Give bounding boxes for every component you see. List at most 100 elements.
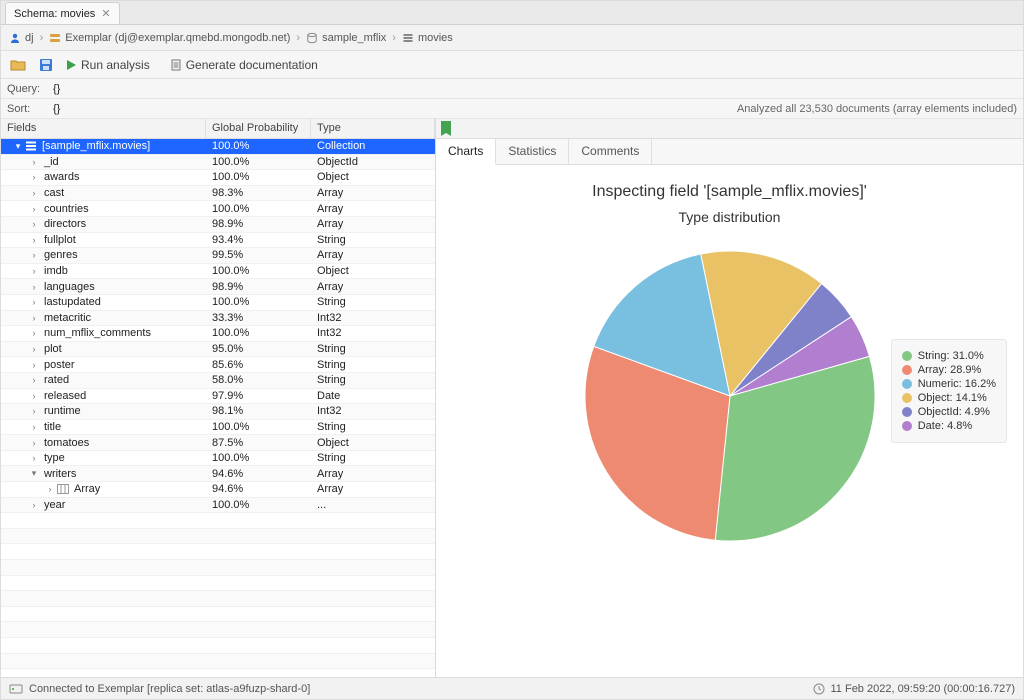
chevron-down-icon[interactable]: ▾ [13, 141, 23, 152]
clock-icon [813, 683, 825, 695]
chevron-right-icon[interactable]: › [45, 484, 55, 494]
main-split: Fields Global Probability Type ▾[sample_… [1, 119, 1023, 677]
chevron-right-icon[interactable]: › [29, 344, 39, 354]
field-row[interactable]: ›imdb100.0%Object [1, 264, 435, 280]
field-probability: 98.9% [206, 218, 311, 230]
chart-legend: String: 31.0% Array: 28.9% Numeric: 16.2% O… [891, 339, 1007, 443]
field-row[interactable]: ›runtime98.1%Int32 [1, 404, 435, 420]
chevron-right-icon[interactable]: › [29, 282, 39, 292]
legend-item-array[interactable]: Array: 28.9% [902, 364, 996, 376]
fields-body[interactable]: ▾[sample_mflix.movies]100.0%Collection›_… [1, 139, 435, 677]
bookmark-icon[interactable] [440, 121, 452, 137]
field-name-label: languages [44, 281, 95, 293]
chevron-right-icon[interactable]: › [29, 438, 39, 448]
chevron-right-icon[interactable]: › [29, 235, 39, 245]
chevron-down-icon[interactable]: ▾ [29, 468, 39, 479]
field-probability: 97.9% [206, 390, 311, 402]
field-row[interactable]: ›awards100.0%Object [1, 170, 435, 186]
chevron-right-icon[interactable]: › [29, 219, 39, 229]
field-probability: 100.0% [206, 421, 311, 433]
chevron-right-icon[interactable]: › [29, 157, 39, 167]
col-probability[interactable]: Global Probability [206, 119, 311, 138]
tab-comments[interactable]: Comments [569, 139, 652, 164]
close-icon[interactable]: ✕ [101, 7, 110, 20]
tab-statistics[interactable]: Statistics [496, 139, 569, 164]
chevron-right-icon[interactable]: › [29, 250, 39, 260]
field-name-cell: ›released [1, 390, 206, 402]
legend-item-objectid[interactable]: ObjectId: 4.9% [902, 406, 996, 418]
chevron-right-icon[interactable]: › [29, 172, 39, 182]
field-row[interactable]: ›poster85.6%String [1, 357, 435, 373]
legend-item-object[interactable]: Object: 14.1% [902, 392, 996, 404]
chevron-right-icon[interactable]: › [29, 375, 39, 385]
field-row[interactable]: ›type100.0%String [1, 451, 435, 467]
field-row[interactable]: ›languages98.9%Array [1, 279, 435, 295]
field-name-label: awards [44, 171, 79, 183]
tab-schema-movies[interactable]: Schema: movies ✕ [5, 2, 120, 24]
breadcrumb-collection[interactable]: movies [402, 32, 453, 44]
chevron-right-icon[interactable]: › [29, 422, 39, 432]
col-fields[interactable]: Fields [1, 119, 206, 138]
legend-item-numeric[interactable]: Numeric: 16.2% [902, 378, 996, 390]
chevron-right-icon[interactable]: › [29, 204, 39, 214]
tab-charts[interactable]: Charts [436, 139, 496, 165]
generate-docs-button[interactable]: Generate documentation [170, 58, 318, 72]
empty-row [1, 607, 435, 623]
app-window: Schema: movies ✕ dj › Exemplar (dj@exemp… [0, 0, 1024, 700]
query-value[interactable]: {} [53, 83, 1017, 95]
query-row: Query: {} [1, 79, 1023, 99]
field-row-selected[interactable]: ▾[sample_mflix.movies]100.0%Collection [1, 139, 435, 155]
field-row[interactable]: ›fullplot93.4%String [1, 233, 435, 249]
chevron-right-icon[interactable]: › [29, 391, 39, 401]
field-row[interactable]: ›lastupdated100.0%String [1, 295, 435, 311]
chevron-right-icon[interactable]: › [29, 406, 39, 416]
field-name-cell: ›genres [1, 249, 206, 261]
field-row[interactable]: ›tomatoes87.5%Object [1, 435, 435, 451]
breadcrumb-database[interactable]: sample_mflix [306, 32, 386, 44]
legend-label: Array: 28.9% [918, 364, 982, 376]
chevron-right-icon[interactable]: › [29, 297, 39, 307]
chevron-right-icon[interactable]: › [29, 313, 39, 323]
field-probability: 100.0% [206, 296, 311, 308]
inspector-panel: Charts Statistics Comments Inspecting fi… [436, 119, 1023, 677]
field-row[interactable]: ›_id100.0%ObjectId [1, 155, 435, 171]
breadcrumb-connection[interactable]: Exemplar (dj@exemplar.qmebd.mongodb.net) [49, 32, 290, 44]
sort-value[interactable]: {} [53, 103, 729, 115]
field-name-label: year [44, 499, 65, 511]
document-icon [170, 59, 182, 71]
field-row[interactable]: ▾writers94.6%Array [1, 466, 435, 482]
field-row[interactable]: ›directors98.9%Array [1, 217, 435, 233]
field-row[interactable]: ›cast98.3%Array [1, 186, 435, 202]
field-row[interactable]: ›Array94.6%Array [1, 482, 435, 498]
field-row[interactable]: ›released97.9%Date [1, 389, 435, 405]
chevron-right-icon[interactable]: › [29, 188, 39, 198]
chevron-right-icon[interactable]: › [29, 360, 39, 370]
field-row[interactable]: ›num_mflix_comments100.0%Int32 [1, 326, 435, 342]
chevron-right-icon[interactable]: › [29, 266, 39, 276]
breadcrumb-user[interactable]: dj [9, 32, 34, 44]
save-button[interactable] [37, 56, 55, 74]
field-type: String [311, 374, 435, 386]
chevron-right-icon[interactable]: › [29, 500, 39, 510]
chevron-right-icon[interactable]: › [29, 328, 39, 338]
field-type: Int32 [311, 405, 435, 417]
chevron-right-icon[interactable]: › [29, 453, 39, 463]
col-type[interactable]: Type [311, 119, 435, 138]
open-folder-button[interactable] [9, 56, 27, 74]
field-row[interactable]: ›title100.0%String [1, 420, 435, 436]
field-row[interactable]: ›year100.0%... [1, 498, 435, 514]
field-row[interactable]: ›metacritic33.3%Int32 [1, 311, 435, 327]
empty-row [1, 638, 435, 654]
field-row[interactable]: ›genres99.5%Array [1, 248, 435, 264]
field-probability: 94.6% [206, 483, 311, 495]
run-analysis-button[interactable]: Run analysis [65, 58, 150, 72]
field-row[interactable]: ›plot95.0%String [1, 342, 435, 358]
field-row[interactable]: ›rated58.0%String [1, 373, 435, 389]
legend-item-string[interactable]: String: 31.0% [902, 350, 996, 362]
field-row[interactable]: ›countries100.0%Array [1, 201, 435, 217]
legend-label: ObjectId: 4.9% [918, 406, 990, 418]
field-name-cell: ›Array [1, 483, 206, 495]
field-name-cell: ›directors [1, 218, 206, 230]
legend-item-date[interactable]: Date: 4.8% [902, 420, 996, 432]
legend-label: String: 31.0% [918, 350, 984, 362]
